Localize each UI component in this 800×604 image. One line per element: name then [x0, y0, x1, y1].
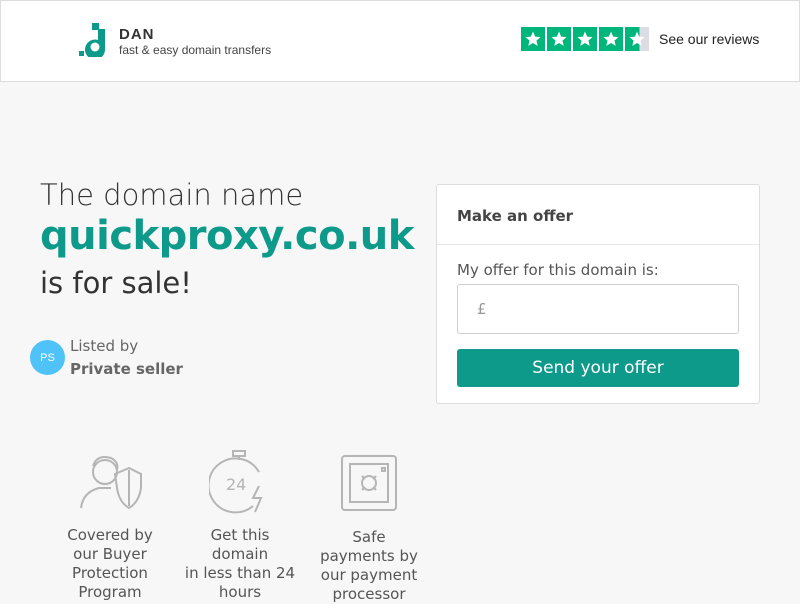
- seller-avatar: PS: [30, 340, 65, 375]
- title-suffix: is for sale!: [40, 266, 192, 300]
- feature-text-line: processor: [332, 585, 406, 603]
- offer-amount-input[interactable]: [496, 285, 736, 333]
- feature-safe-payments: Safe payments by our payment processor: [309, 454, 429, 604]
- half-star-icon: [625, 27, 649, 51]
- svg-text:24: 24: [226, 475, 246, 494]
- feature-text-line: Safe: [352, 528, 386, 546]
- feature-text-line: our Buyer: [73, 545, 147, 563]
- trustpilot-rating[interactable]: [521, 27, 649, 51]
- seller-name: Private seller: [70, 360, 183, 378]
- feature-buyer-protection: Covered by our Buyer Protection Program: [50, 452, 170, 602]
- stopwatch-24-icon: 24: [209, 450, 263, 514]
- brand-tagline: fast & easy domain transfers: [119, 43, 272, 57]
- offer-heading: Make an offer: [437, 185, 759, 245]
- send-offer-button[interactable]: Send your offer: [457, 349, 739, 387]
- feature-text-line: hours: [218, 583, 262, 601]
- safe-icon: [341, 455, 397, 511]
- domain-name: quickproxy.co.uk: [40, 213, 414, 259]
- feature-fast-transfer: 24 Get this domain in less than 24 hours: [180, 450, 300, 602]
- offer-input-wrapper[interactable]: £: [457, 284, 739, 334]
- see-reviews-link[interactable]: See our reviews: [659, 31, 759, 47]
- header: DAN fast & easy domain transfers See our…: [0, 0, 800, 82]
- star-icon: [573, 27, 597, 51]
- feature-text-line: payments by: [320, 547, 418, 565]
- feature-text-line: Protection: [72, 564, 148, 582]
- buyer-protection-icon: [80, 456, 142, 510]
- title-prefix: The domain name: [40, 178, 304, 212]
- offer-label: My offer for this domain is:: [457, 261, 659, 279]
- star-icon: [599, 27, 623, 51]
- brand-name: DAN: [119, 26, 155, 43]
- feature-text-line: our payment: [320, 566, 418, 584]
- listed-by-label: Listed by: [70, 337, 139, 355]
- feature-text-line: Covered by: [67, 526, 153, 544]
- star-icon: [521, 27, 545, 51]
- feature-text-line: Get this: [210, 526, 270, 544]
- feature-text-line: domain: [211, 545, 269, 563]
- feature-text-line: in less than 24: [184, 564, 296, 582]
- offer-card: Make an offer My offer for this domain i…: [436, 184, 760, 404]
- feature-text-line: Program: [78, 583, 142, 601]
- star-icon: [547, 27, 571, 51]
- dan-logo-icon[interactable]: [78, 23, 112, 57]
- currency-symbol: £: [477, 300, 487, 318]
